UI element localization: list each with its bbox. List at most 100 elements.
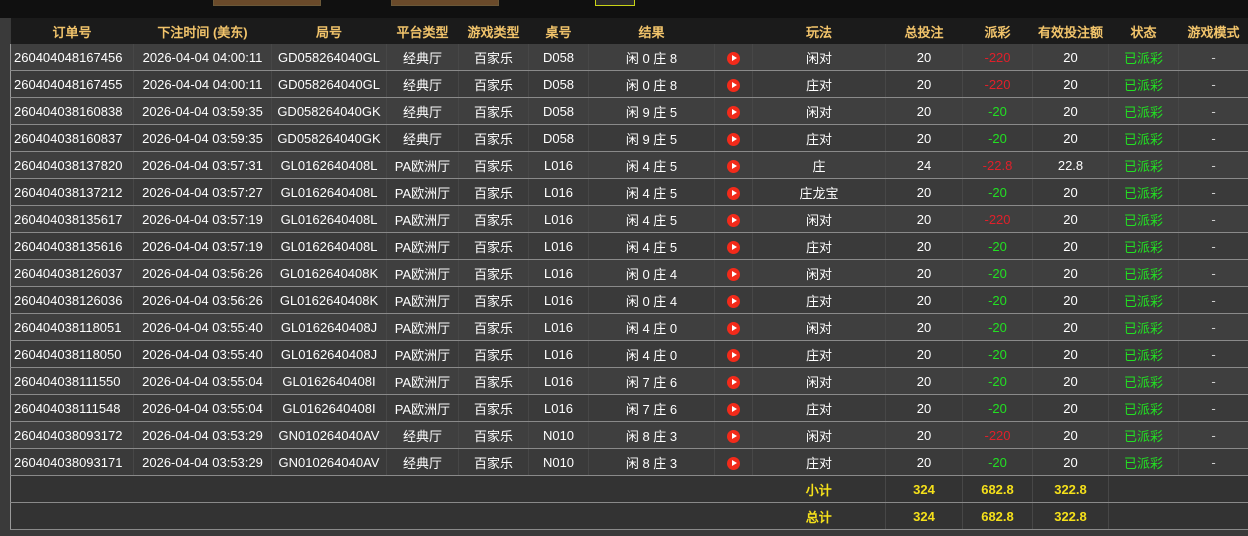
replay-cell[interactable] <box>714 232 753 260</box>
play-circle-icon[interactable] <box>727 456 740 470</box>
replay-cell[interactable] <box>714 448 753 476</box>
table-no-cell: D058 <box>528 70 589 98</box>
result-cell: 闲 9 庄 5 <box>588 124 715 152</box>
game-mode-cell: - <box>1178 367 1248 395</box>
replay-cell[interactable] <box>714 178 753 206</box>
replay-cell[interactable] <box>714 151 753 179</box>
replay-cell[interactable] <box>714 367 753 395</box>
play-circle-icon[interactable] <box>727 429 740 443</box>
replay-cell[interactable] <box>714 340 753 368</box>
play-circle-icon[interactable] <box>727 375 740 389</box>
game-type-cell: 百家乐 <box>458 232 529 260</box>
platform-cell: PA欧洲厅 <box>386 259 459 287</box>
play-circle-icon[interactable] <box>727 402 740 416</box>
round-no-cell: GL0162640408L <box>271 205 387 233</box>
play-circle-icon[interactable] <box>727 105 740 119</box>
replay-cell[interactable] <box>714 259 753 287</box>
order-no-cell: 260404038093171 <box>10 448 134 476</box>
bet-time-cell: 2026-04-04 04:00:11 <box>133 44 272 71</box>
total-tail <box>1108 502 1248 530</box>
valid-bet-cell: 20 <box>1032 178 1109 206</box>
col-play: 玩法 <box>752 18 886 44</box>
result-cell: 闲 4 庄 5 <box>588 205 715 233</box>
order-no-cell: 260404038118051 <box>10 313 134 341</box>
platform-cell: PA欧洲厅 <box>386 340 459 368</box>
status-cell: 已派彩 <box>1108 70 1179 98</box>
total-spacer <box>10 502 753 530</box>
result-cell: 闲 0 庄 8 <box>588 70 715 98</box>
platform-cell: PA欧洲厅 <box>386 151 459 179</box>
total-bet-cell: 20 <box>885 421 963 449</box>
toolbar-button-2[interactable] <box>391 0 499 6</box>
total-bet-cell: 20 <box>885 97 963 125</box>
bet-time-cell: 2026-04-04 03:55:40 <box>133 340 272 368</box>
status-cell: 已派彩 <box>1108 367 1179 395</box>
toolbar-button-3[interactable] <box>595 0 635 6</box>
result-cell: 闲 4 庄 0 <box>588 313 715 341</box>
total-bet-cell: 20 <box>885 44 963 71</box>
status-cell: 已派彩 <box>1108 151 1179 179</box>
play-circle-icon[interactable] <box>727 51 740 65</box>
table-row: 260404048167455 2026-04-04 04:00:11 GD0582… <box>10 70 1248 98</box>
play-circle-icon[interactable] <box>727 159 740 173</box>
replay-cell[interactable] <box>714 124 753 152</box>
game-type-cell: 百家乐 <box>458 286 529 314</box>
replay-cell[interactable] <box>714 205 753 233</box>
toolbar-button-1[interactable] <box>213 0 321 6</box>
replay-cell[interactable] <box>714 394 753 422</box>
table-no-cell: N010 <box>528 421 589 449</box>
platform-cell: PA欧洲厅 <box>386 313 459 341</box>
replay-cell[interactable] <box>714 70 753 98</box>
play-circle-icon[interactable] <box>727 132 740 146</box>
col-game-mode: 游戏模式 <box>1178 18 1248 44</box>
table-no-cell: L016 <box>528 178 589 206</box>
play-cell: 闲对 <box>752 367 886 395</box>
table-no-cell: L016 <box>528 394 589 422</box>
order-no-cell: 260404038111550 <box>10 367 134 395</box>
order-no-cell: 260404038126037 <box>10 259 134 287</box>
status-cell: 已派彩 <box>1108 259 1179 287</box>
round-no-cell: GL0162640408L <box>271 178 387 206</box>
game-type-cell: 百家乐 <box>458 151 529 179</box>
status-cell: 已派彩 <box>1108 448 1179 476</box>
play-cell: 闲对 <box>752 421 886 449</box>
table-row: 260404038093172 2026-04-04 03:53:29 GN0102… <box>10 421 1248 449</box>
replay-cell[interactable] <box>714 313 753 341</box>
replay-cell[interactable] <box>714 421 753 449</box>
table-no-cell: D058 <box>528 44 589 71</box>
replay-cell[interactable] <box>714 97 753 125</box>
game-type-cell: 百家乐 <box>458 124 529 152</box>
platform-cell: 经典厅 <box>386 70 459 98</box>
order-no-cell: 260404038160838 <box>10 97 134 125</box>
play-cell: 闲对 <box>752 313 886 341</box>
valid-bet-cell: 20 <box>1032 421 1109 449</box>
play-circle-icon[interactable] <box>727 348 740 362</box>
game-type-cell: 百家乐 <box>458 44 529 71</box>
replay-cell[interactable] <box>714 44 753 71</box>
replay-cell[interactable] <box>714 286 753 314</box>
game-type-cell: 百家乐 <box>458 340 529 368</box>
subtotal-row: 小计 324 682.8 322.8 <box>10 475 1248 503</box>
bet-time-cell: 2026-04-04 03:53:29 <box>133 448 272 476</box>
play-circle-icon[interactable] <box>727 321 740 335</box>
game-mode-cell: - <box>1178 70 1248 98</box>
game-type-cell: 百家乐 <box>458 259 529 287</box>
total-bet-cell: 20 <box>885 367 963 395</box>
play-cell: 庄对 <box>752 232 886 260</box>
play-circle-icon[interactable] <box>727 267 740 281</box>
subtotal-bet: 324 <box>885 475 963 503</box>
play-circle-icon[interactable] <box>727 294 740 308</box>
valid-bet-cell: 20 <box>1032 448 1109 476</box>
platform-cell: 经典厅 <box>386 421 459 449</box>
platform-cell: 经典厅 <box>386 44 459 71</box>
play-circle-icon[interactable] <box>727 240 740 254</box>
col-total-bet: 总投注 <box>885 18 963 44</box>
valid-bet-cell: 20 <box>1032 70 1109 98</box>
play-circle-icon[interactable] <box>727 186 740 200</box>
valid-bet-cell: 20 <box>1032 286 1109 314</box>
table-row: 260404038111550 2026-04-04 03:55:04 GL0162… <box>10 367 1248 395</box>
valid-bet-cell: 20 <box>1032 394 1109 422</box>
play-circle-icon[interactable] <box>727 213 740 227</box>
play-circle-icon[interactable] <box>727 78 740 92</box>
game-type-cell: 百家乐 <box>458 97 529 125</box>
